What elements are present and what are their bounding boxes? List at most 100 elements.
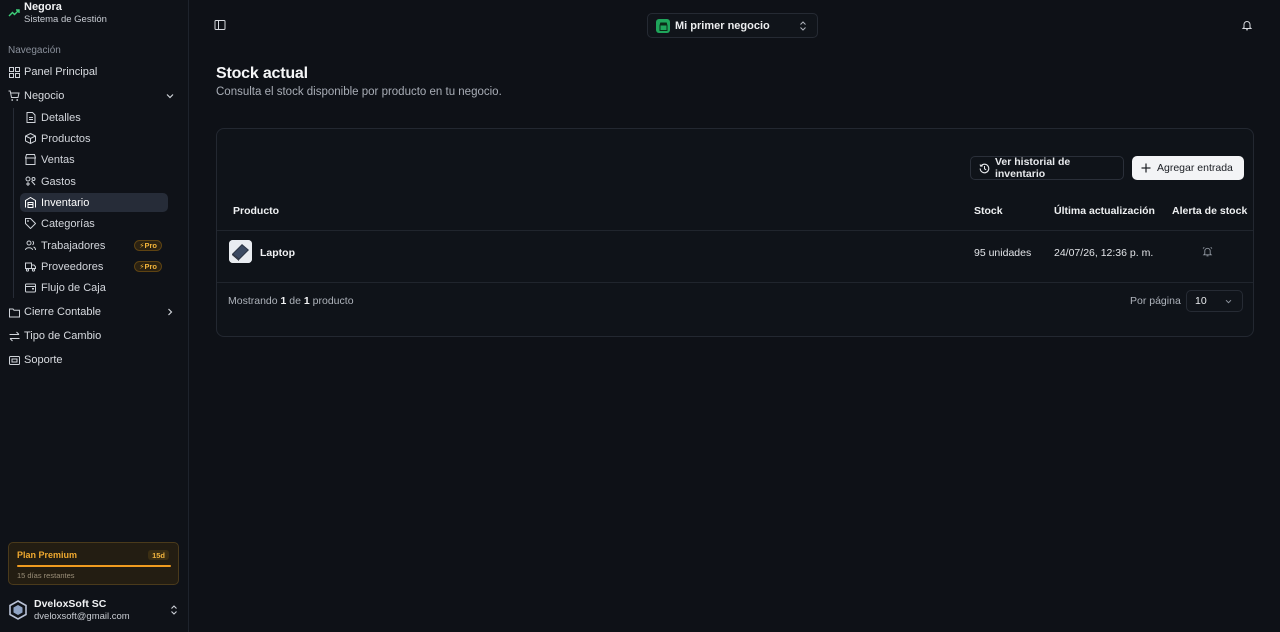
per-page-value: 10 <box>1195 295 1207 307</box>
brand-subtitle: Sistema de Gestión <box>24 14 107 25</box>
sidebar-subitem-label: Ventas <box>41 153 75 166</box>
users-icon <box>25 240 36 251</box>
brand[interactable]: Negora Sistema de Gestión <box>8 0 107 28</box>
pagination-summary: Mostrando 1 de 1 producto <box>228 295 354 307</box>
pagination-suffix: producto <box>312 295 354 307</box>
truck-icon <box>25 261 36 272</box>
chevron-updown-icon <box>800 21 806 31</box>
sidebar-subitem-productos[interactable]: Productos <box>20 129 168 148</box>
plan-title: Plan Premium <box>17 550 78 560</box>
sidebar-subitem-label: Categorías <box>41 217 95 230</box>
warehouse-icon <box>25 197 36 208</box>
pagination-from: 1 <box>280 295 287 307</box>
sidebar-subitem-label: Trabajadores <box>41 239 106 252</box>
storefront-icon <box>25 154 36 165</box>
pro-badge: ⚡ Pro <box>134 261 162 272</box>
stock-card: Ver historial de inventario Agregar entr… <box>216 128 1254 337</box>
page-title: Stock actual <box>216 65 308 82</box>
wallet-icon <box>25 176 36 187</box>
chevron-down-icon <box>166 94 174 99</box>
sidebar-item-label: Negocio <box>24 90 65 102</box>
sidebar-item-soporte[interactable]: Soporte <box>4 349 180 371</box>
column-header-ultima-actualizacion[interactable]: Última actualización <box>1054 205 1155 217</box>
chevron-updown-icon <box>171 605 177 615</box>
user-menu[interactable]: DveloxSoft SC dveloxsoft@gmail.com <box>8 598 180 624</box>
pro-badge-label: Pro <box>144 241 157 250</box>
divider <box>217 282 1253 283</box>
cart-icon <box>8 90 20 102</box>
sidebar-subitem-ventas[interactable]: Ventas <box>20 150 168 169</box>
pagination-of: de <box>289 295 301 307</box>
stock-alert-bell-icon[interactable] <box>1202 246 1213 257</box>
inventory-history-label: Ver historial de inventario <box>994 156 1071 180</box>
sidebar-subitem-flujo-de-caja[interactable]: Flujo de Caja <box>20 278 168 297</box>
sidebar-subitem-label: Detalles <box>41 111 81 124</box>
sidebar-subitem-label: Productos <box>41 132 91 145</box>
sidebar-subitem-label: Proveedores <box>41 260 104 273</box>
sidebar-item-label: Cierre Contable <box>24 306 102 318</box>
notification-bell-icon[interactable] <box>1241 19 1253 31</box>
sidebar-subitem-label: Inventario <box>41 196 90 209</box>
sidebar-item-panel-principal[interactable]: Panel Principal <box>4 61 180 83</box>
inventory-history-button[interactable]: Ver historial de inventario <box>970 156 1124 180</box>
pagination-prefix: Mostrando <box>228 295 278 307</box>
support-icon <box>8 354 20 366</box>
trending-up-icon <box>8 9 20 17</box>
document-icon <box>25 112 36 123</box>
pro-badge: ⚡ Pro <box>134 240 162 251</box>
sidebar-item-cierre-contable[interactable]: Cierre Contable <box>4 301 180 323</box>
table-row[interactable]: Laptop 95 unidades 24/07/26, 12:36 p. m. <box>217 231 1253 282</box>
product-name: Laptop <box>260 247 295 259</box>
sidebar-item-label: Panel Principal <box>24 66 98 78</box>
user-name: DveloxSoft SC <box>34 598 107 610</box>
history-icon <box>979 163 990 173</box>
add-entry-label: Agregar entrada <box>1157 162 1233 174</box>
business-selector[interactable]: Mi primer negocio <box>647 13 818 38</box>
sidebar-subitem-inventario[interactable]: Inventario <box>20 193 168 212</box>
store-icon <box>656 19 670 33</box>
plan-remaining: 15 días restantes <box>17 571 75 580</box>
sidebar-subitem-trabajadores[interactable]: Trabajadores ⚡ Pro <box>20 236 168 255</box>
column-header-producto[interactable]: Producto <box>233 205 279 217</box>
plan-card[interactable]: Plan Premium 15d 15 días restantes <box>8 542 179 585</box>
per-page-select[interactable]: 10 <box>1186 290 1243 312</box>
sidebar-toggle-icon[interactable] <box>214 19 226 31</box>
product-stock: 95 unidades <box>974 247 1032 259</box>
sidebar-item-label: Soporte <box>24 354 63 366</box>
user-email: dveloxsoft@gmail.com <box>34 611 130 622</box>
cash-icon <box>25 282 36 293</box>
plan-progress-fill <box>17 565 171 567</box>
sidebar-subitem-label: Gastos <box>41 175 76 188</box>
avatar <box>9 600 27 620</box>
column-header-stock[interactable]: Stock <box>974 205 1003 217</box>
business-name: Mi primer negocio <box>675 20 770 32</box>
pro-badge-label: Pro <box>144 262 157 271</box>
tag-icon <box>25 218 36 229</box>
sidebar-subitem-categorias[interactable]: Categorías <box>20 214 168 233</box>
plan-progress-bar <box>17 565 171 567</box>
folder-icon <box>8 306 20 318</box>
page-subtitle: Consulta el stock disponible por product… <box>216 86 502 98</box>
sidebar-subitem-label: Flujo de Caja <box>41 281 106 294</box>
chevron-right-icon <box>168 308 173 316</box>
sidebar-item-label: Tipo de Cambio <box>24 330 102 342</box>
add-entry-button[interactable]: Agregar entrada <box>1132 156 1244 180</box>
sidebar-item-tipo-de-cambio[interactable]: Tipo de Cambio <box>4 325 180 347</box>
plus-icon <box>1141 163 1151 173</box>
package-icon <box>25 133 36 144</box>
exchange-icon <box>8 330 20 342</box>
nav-heading: Navegación <box>8 45 61 56</box>
sidebar-subitem-proveedores[interactable]: Proveedores ⚡ Pro <box>20 257 168 276</box>
sidebar-item-negocio[interactable]: Negocio <box>4 85 180 107</box>
brand-name: Negora <box>24 1 62 13</box>
product-image <box>229 240 252 263</box>
column-header-alerta-de-stock[interactable]: Alerta de stock <box>1172 205 1247 217</box>
submenu-line <box>13 108 14 298</box>
sidebar-subitem-gastos[interactable]: Gastos <box>20 172 168 191</box>
sidebar: Negora Sistema de Gestión Navegación Pan… <box>0 0 189 632</box>
chevron-down-icon <box>1225 299 1232 304</box>
sidebar-subitem-detalles[interactable]: Detalles <box>20 108 168 127</box>
product-updated: 24/07/26, 12:36 p. m. <box>1054 247 1154 259</box>
grid-icon <box>8 66 20 78</box>
pagination-total: 1 <box>303 295 310 307</box>
